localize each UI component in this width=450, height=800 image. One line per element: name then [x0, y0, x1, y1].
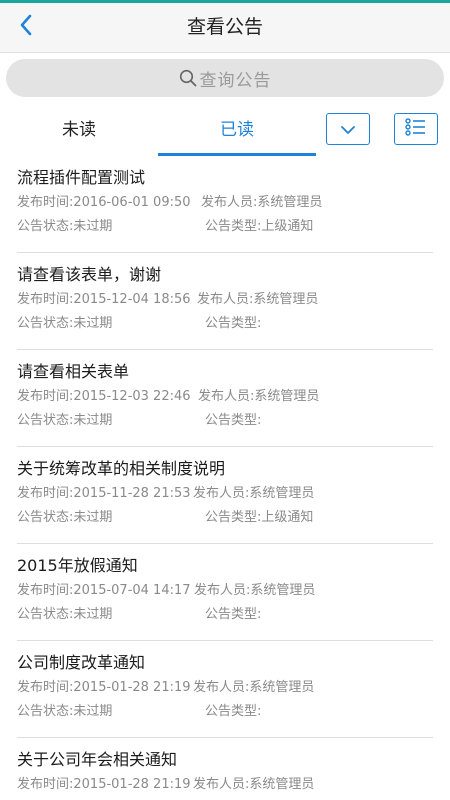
search-icon [179, 69, 197, 87]
filter-dropdown-button[interactable] [326, 113, 370, 145]
publisher: 发布人员:系统管理员 [193, 680, 315, 695]
announcement-item[interactable]: 2015年放假通知发布时间:2015-07-04 14:17 发布人员:系统管理员… [17, 544, 433, 641]
announcement-item[interactable]: 关于统筹改革的相关制度说明发布时间:2015-11-28 21:53 发布人员:系… [17, 447, 433, 544]
list-view-button[interactable] [394, 113, 438, 145]
announcement-title: 请查看该表单，谢谢 [17, 265, 162, 284]
announcement-title: 关于公司年会相关通知 [17, 750, 178, 769]
publish-time: 发布时间:2015-01-28 21:19 [17, 680, 191, 695]
publish-time: 发布时间:2015-07-04 14:17 [17, 583, 191, 598]
search-input[interactable]: 查询公告 [6, 59, 444, 97]
tab-unread[interactable]: 未读 [0, 104, 158, 156]
announcement-item[interactable]: 关于公司年会相关通知发布时间:2015-01-28 21:19 发布人员:系统管理… [17, 738, 433, 800]
publisher: 发布人员:系统管理员 [194, 583, 316, 598]
page-title: 查看公告 [186, 16, 263, 38]
chevron-down-icon [340, 120, 356, 139]
app-header: 查看公告 [0, 3, 450, 53]
publish-time: 发布时间:2015-12-03 22:46 [17, 389, 191, 404]
announcement-item[interactable]: 公司制度改革通知发布时间:2015-01-28 21:19 发布人员:系统管理员公… [17, 641, 433, 738]
publisher: 发布人员:系统管理员 [193, 777, 315, 792]
announcement-status: 公告状态:未过期 [17, 607, 113, 622]
announcement-type: 公告类型:上级通知 [205, 219, 314, 234]
publisher: 发布人员:系统管理员 [201, 195, 323, 210]
announcement-title: 流程插件配置测试 [17, 168, 146, 187]
publisher: 发布人员:系统管理员 [198, 389, 320, 404]
announcement-screen: 查看公告 查询公告 未读 已读 流程插件配置测试 发布时间:2016-06-01… [0, 0, 450, 800]
announcement-type: 公告类型: [205, 413, 262, 428]
announcement-list: 流程插件配置测试 发布时间:2016-06-01 09:50 发布人员:系统管理员公… [0, 156, 450, 800]
tab-bar: 未读 已读 [0, 104, 450, 156]
announcement-title: 关于统筹改革的相关制度说明 [17, 459, 226, 478]
announcement-type: 公告类型: [205, 316, 262, 331]
announcement-item[interactable]: 请查看相关表单发布时间:2015-12-03 22:46 发布人员:系统管理员公告… [17, 350, 433, 447]
search-placeholder: 查询公告 [199, 70, 272, 91]
publish-time: 发布时间:2016-06-01 09:50 [17, 195, 191, 210]
announcement-title: 公司制度改革通知 [17, 653, 146, 672]
announcement-status: 公告状态:未过期 [17, 704, 113, 719]
announcement-title: 请查看相关表单 [17, 362, 130, 381]
announcement-type: 公告类型: [205, 704, 262, 719]
publish-time: 发布时间:2015-11-28 21:53 [17, 486, 191, 501]
announcement-item[interactable]: 请查看该表单，谢谢发布时间:2015-12-04 18:56 发布人员:系统管理员… [17, 253, 433, 350]
publish-time: 发布时间:2015-12-04 18:56 [17, 292, 191, 307]
tab-read[interactable]: 已读 [158, 104, 316, 156]
announcement-status: 公告状态:未过期 [17, 219, 113, 234]
announcement-status: 公告状态:未过期 [17, 316, 113, 331]
announcement-type: 公告类型:上级通知 [205, 510, 314, 525]
list-icon [405, 118, 427, 140]
announcement-status: 公告状态:未过期 [17, 510, 113, 525]
announcement-type: 公告类型: [205, 607, 262, 622]
announcement-title: 2015年放假通知 [17, 556, 138, 575]
publisher: 发布人员:系统管理员 [197, 292, 319, 307]
publisher: 发布人员:系统管理员 [193, 486, 315, 501]
announcement-status: 公告状态:未过期 [17, 413, 113, 428]
publish-time: 发布时间:2015-01-28 21:19 [17, 777, 191, 792]
announcement-item[interactable]: 流程插件配置测试 发布时间:2016-06-01 09:50 发布人员:系统管理员公… [17, 156, 433, 253]
